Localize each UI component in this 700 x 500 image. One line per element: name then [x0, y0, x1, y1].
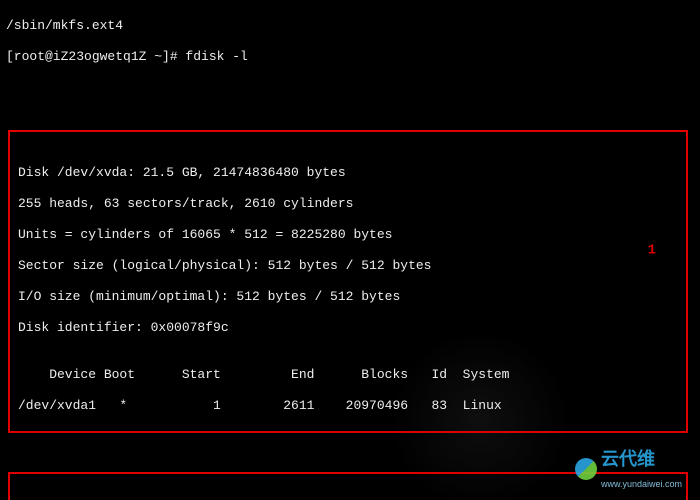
- disk-block-2: 2 Disk /dev/xvdb: 53.7 GB, 53687091200 b…: [8, 472, 688, 500]
- partition-row: /dev/xvda1 * 1 2611 20970496 83 Linux: [18, 398, 684, 414]
- top-line-1: [root@iZ23ogwetq1Z ~]# fdisk -l: [6, 49, 694, 65]
- terminal-output: /sbin/mkfs.ext4 [root@iZ23ogwetq1Z ~]# f…: [0, 0, 700, 500]
- disk-block-1: 1 Disk /dev/xvda: 21.5 GB, 21474836480 b…: [8, 130, 688, 433]
- partition-header: Device Boot Start End Blocks Id System: [18, 367, 684, 383]
- line: Units = cylinders of 16065 * 512 = 82252…: [18, 227, 684, 243]
- line: Disk identifier: 0x00078f9c: [18, 320, 684, 336]
- line: Disk /dev/xvda: 21.5 GB, 21474836480 byt…: [18, 165, 684, 181]
- blank-line: [6, 80, 694, 96]
- line: Sector size (logical/physical): 512 byte…: [18, 258, 684, 274]
- top-line-0: /sbin/mkfs.ext4: [6, 18, 694, 34]
- box-number-1: 1: [648, 244, 656, 260]
- line: 255 heads, 63 sectors/track, 2610 cylind…: [18, 196, 684, 212]
- line: I/O size (minimum/optimal): 512 bytes / …: [18, 289, 684, 305]
